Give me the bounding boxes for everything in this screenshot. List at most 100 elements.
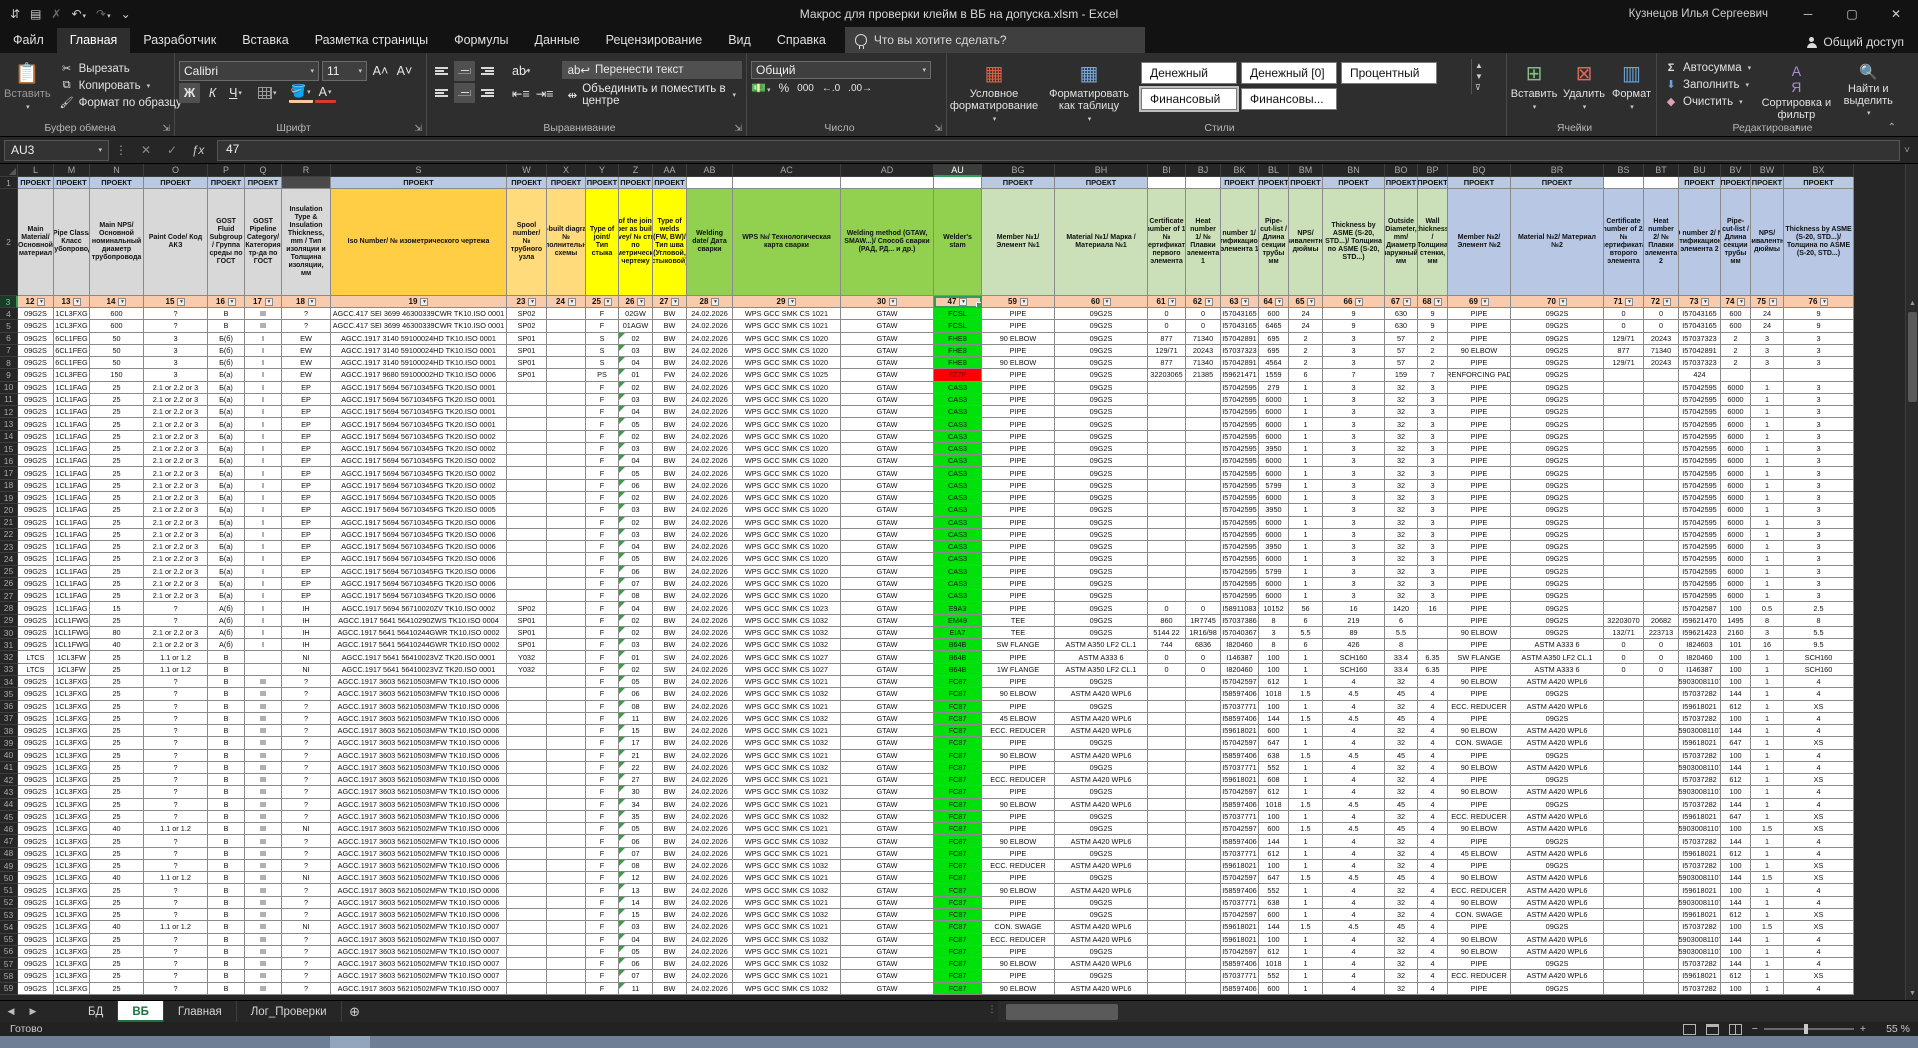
cell[interactable]: 6000 [1259,431,1289,443]
cell[interactable] [1148,701,1186,713]
cell[interactable]: 9 [1418,320,1448,332]
cell[interactable] [1644,382,1679,394]
cell[interactable]: ? [282,909,331,921]
cell[interactable]: AGCC.1917 3603 56210502MFW TK10.ISO 0007 [331,970,507,982]
cell[interactable]: 15 [90,602,144,614]
cell[interactable] [547,455,586,467]
cell[interactable] [547,566,586,578]
cell[interactable]: 0 [1644,639,1679,651]
cell[interactable]: PIPE [982,480,1055,492]
cell[interactable]: FC87 [934,970,982,982]
cell[interactable]: 1 [1751,774,1784,786]
cell[interactable]: 8 [1259,639,1289,651]
cell[interactable]: WPS GCC SMK CS 1032 [733,884,841,896]
cell[interactable] [1644,860,1679,872]
cell[interactable]: I59618021 [1679,970,1721,982]
cell[interactable] [507,811,547,823]
cell[interactable]: 1 [1751,566,1784,578]
cell[interactable]: F [586,492,619,504]
cell[interactable]: I57042595 [1221,406,1259,418]
cell[interactable]: 1 [1751,382,1784,394]
cell[interactable]: 09G2S [1055,443,1148,455]
autofilter-cell[interactable]: 75▼ [1751,296,1784,308]
cell[interactable]: GTAW [841,934,934,946]
cell[interactable]: GTAW [841,320,934,332]
cell[interactable] [547,480,586,492]
cell[interactable]: III [245,823,282,835]
cell[interactable]: WPS GCC SMK CS 1032 [733,688,841,700]
cell[interactable]: FC87 [934,934,982,946]
cell[interactable]: Main NPS/ Основной номинальный диаметр т… [90,189,144,296]
cell[interactable]: 1.1 or 1.2 [144,872,208,884]
cell[interactable] [1148,394,1186,406]
cell[interactable]: WPS GCC SMK CS 1032 [733,934,841,946]
cell[interactable]: I59030081107 [1679,823,1721,835]
cell[interactable] [1604,406,1644,418]
cell[interactable]: 24.02.2026 [687,848,733,860]
cell[interactable]: 32203070 [1604,615,1644,627]
cell[interactable]: I57037771 [1221,848,1259,860]
cell[interactable]: CAS3 [934,492,982,504]
cell[interactable]: 100 [1721,786,1751,798]
cell[interactable]: BW [653,897,687,909]
cell[interactable]: 4 [1418,970,1448,982]
cell[interactable] [547,860,586,872]
cell[interactable] [547,786,586,798]
cell[interactable] [1148,418,1186,430]
cell[interactable]: 424 [1679,369,1721,381]
cell[interactable]: IH [282,639,331,651]
cell[interactable]: EW [282,345,331,357]
cell[interactable]: 09G2S [1511,590,1604,602]
cell[interactable] [1186,737,1221,749]
cell[interactable]: 6000 [1259,578,1289,590]
cell[interactable]: ПРОЕКТ [586,177,619,189]
cell[interactable]: 552 [1259,762,1289,774]
cell[interactable]: 4 [1418,713,1448,725]
cell[interactable]: 1018 [1259,958,1289,970]
cell[interactable]: 1 [1289,676,1323,688]
cell[interactable]: 3 [1784,504,1854,516]
cell[interactable] [507,517,547,529]
cell[interactable]: GTAW [841,590,934,602]
cell[interactable]: AGCC.1917 3603 56210503MFW TK10.ISO 0006 [331,676,507,688]
cell[interactable]: 3 [1784,578,1854,590]
cell[interactable]: I57042595 [1221,394,1259,406]
cell[interactable]: 09G2S [18,541,54,553]
cell[interactable]: 09G2S [18,688,54,700]
cell[interactable]: 1 [1751,762,1784,774]
cell[interactable]: SP01 [507,345,547,357]
cell[interactable]: ? [282,848,331,860]
cell[interactable]: ПРОЕКТ [547,177,586,189]
cell[interactable]: ПРОЕКТ [208,177,245,189]
cell[interactable]: NI [282,823,331,835]
cell[interactable]: Б(а) [208,418,245,430]
cell[interactable] [1604,725,1644,737]
cell[interactable]: 0 [1604,308,1644,320]
cell[interactable]: GTAW [841,909,934,921]
column-header-S[interactable]: S [331,164,507,177]
cell[interactable]: 1 [1289,394,1323,406]
cell[interactable]: 09G2S [18,443,54,455]
cell[interactable]: AGCC.1917 5641 56410244GWR TK10.ISO 0002 [331,627,507,639]
cell[interactable]: Б(а) [208,553,245,565]
cell[interactable] [547,774,586,786]
cell[interactable]: 90 ELBOW [1448,786,1511,798]
autofilter-cell[interactable]: 12▼ [18,296,54,308]
cell[interactable]: ASTM A420 WPL6 [1511,897,1604,909]
cell[interactable]: 3 [1323,443,1385,455]
cell[interactable]: BW [653,517,687,529]
cell[interactable]: 09G2S [1055,737,1148,749]
cell[interactable]: I57042595 [1221,578,1259,590]
cell[interactable]: 100 [1259,664,1289,676]
cell[interactable]: 24.02.2026 [687,958,733,970]
cell[interactable]: I57042597 [1221,676,1259,688]
cell[interactable]: 1 [1751,701,1784,713]
cell[interactable] [1604,443,1644,455]
cell[interactable]: Heat number 2/ № Плавки элемента 2 [1644,189,1679,296]
cell[interactable]: GTAW [841,860,934,872]
cell[interactable]: BW [653,860,687,872]
filter-dropdown-icon[interactable]: ▼ [1820,298,1828,306]
cell[interactable]: B [208,799,245,811]
cell[interactable]: 2.1 or 2.2 or 3 [144,627,208,639]
cell[interactable]: I [245,333,282,345]
